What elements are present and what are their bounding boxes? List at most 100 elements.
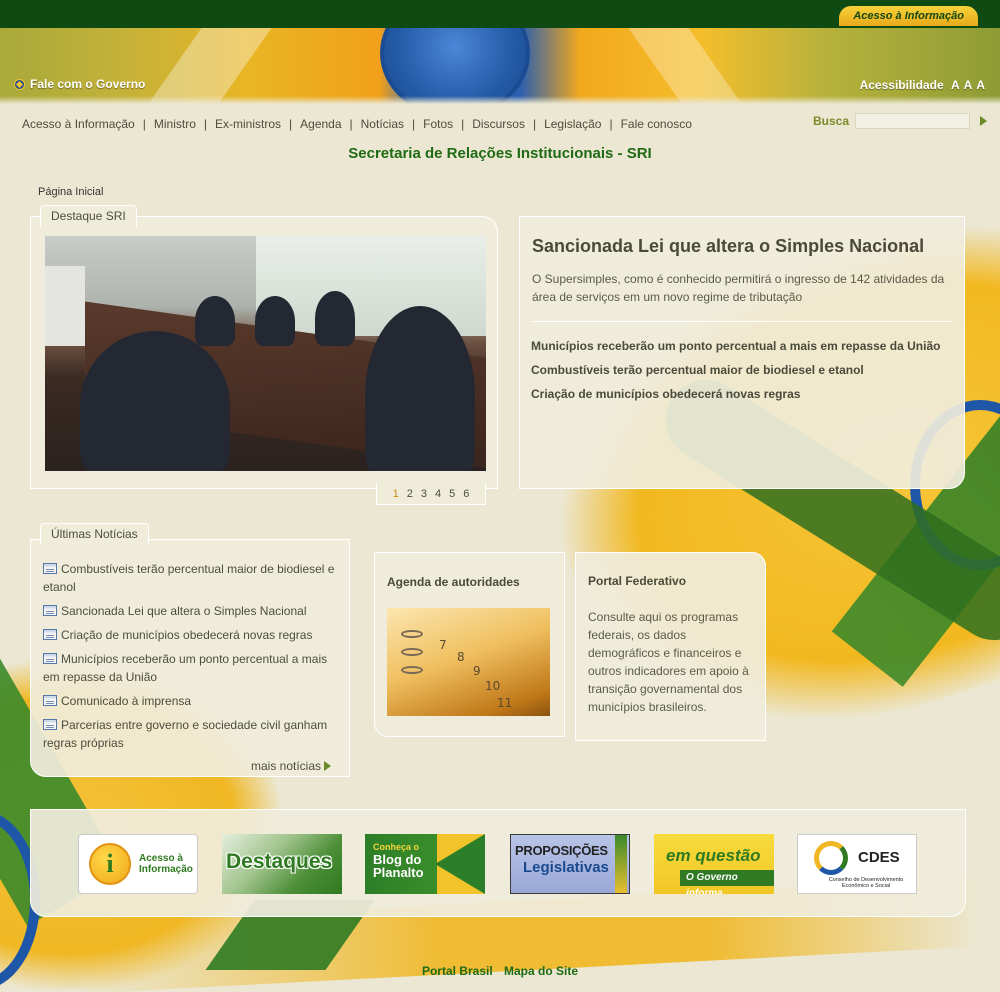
nav-item-fotos[interactable]: Fotos — [423, 117, 453, 131]
story-title[interactable]: Sancionada Lei que altera o Simples Naci… — [532, 236, 924, 257]
nav-item-discursos[interactable]: Discursos — [472, 117, 525, 131]
banner-text: O Governo informa — [680, 870, 774, 894]
banner-text: Destaques — [226, 850, 333, 873]
document-icon — [43, 653, 57, 664]
portal-description: Consulte aqui os programas federais, os … — [588, 610, 749, 714]
banner-blog-planalto[interactable]: Conheça o Blog do Planalto — [365, 834, 485, 894]
portal-title[interactable]: Portal Federativo — [588, 574, 686, 588]
pager-page-3[interactable]: 3 — [421, 488, 427, 500]
banner-text: PROPOSIÇÕES — [515, 843, 608, 858]
banner-flag-bar — [615, 835, 627, 893]
font-size-medium-button[interactable]: A — [964, 78, 973, 92]
fale-com-governo-link[interactable]: Fale com o Governo — [14, 77, 145, 91]
banner-globe-image — [380, 28, 530, 104]
calendar-number: 8 — [457, 650, 465, 664]
destaque-pager: 1 2 3 4 5 6 — [376, 483, 486, 505]
nav-separator: | — [142, 117, 146, 131]
banner-cdes[interactable]: CDES Conselho de Desenvolvimento Econômi… — [797, 834, 917, 894]
calendar-number: 10 — [485, 679, 501, 693]
header-banner: Fale com o Governo Acessibilidade AAA — [0, 28, 1000, 104]
banner-proposicoes-legislativas[interactable]: PROPOSIÇÕES Legislativas — [510, 834, 630, 894]
fale-com-governo-label: Fale com o Governo — [30, 77, 146, 91]
story-description: O Supersimples, como é conhecido permiti… — [532, 272, 945, 304]
news-item[interactable]: Combustíveis terão percentual maior de b… — [43, 560, 343, 596]
story-divider — [532, 321, 952, 322]
news-item[interactable]: Sancionada Lei que altera o Simples Naci… — [43, 602, 343, 620]
banner-text: Acesso à Informação — [139, 853, 193, 875]
story-links: Municípios receberão um ponto percentual… — [531, 338, 940, 410]
news-item-text: Sancionada Lei que altera o Simples Naci… — [61, 604, 307, 618]
photo-person — [365, 306, 475, 471]
banner-acesso-informacao[interactable]: i Acesso à Informação — [78, 834, 198, 894]
banner-text-line: Informação — [139, 864, 193, 875]
news-item[interactable]: Municípios receberão um ponto percentual… — [43, 650, 343, 686]
accessibility-label: Acessibilidade — [859, 78, 944, 92]
banner-text: CDES — [858, 849, 900, 866]
search-input[interactable] — [855, 113, 971, 129]
nav-separator: | — [412, 117, 416, 131]
top-bar: Acesso à Informação — [0, 0, 1000, 28]
document-icon — [43, 563, 57, 574]
news-item[interactable]: Parcerias entre governo e sociedade civi… — [43, 716, 343, 752]
font-size-large-button[interactable]: A — [976, 78, 985, 92]
calendar-number: 7 — [439, 638, 447, 652]
nav-item-noticias[interactable]: Notícias — [361, 117, 404, 131]
banner-text: Legislativas — [523, 859, 609, 876]
pager-page-2[interactable]: 2 — [407, 488, 413, 500]
nav-separator: | — [609, 117, 613, 131]
pager-page-6[interactable]: 6 — [463, 488, 469, 500]
footer-link-mapa-site[interactable]: Mapa do Site — [504, 964, 578, 978]
more-news-link[interactable]: mais notícias — [251, 759, 332, 773]
search-box: Busca — [813, 113, 988, 129]
banner-stripe — [131, 28, 279, 104]
pager-page-4[interactable]: 4 — [435, 488, 441, 500]
cdes-logo-icon — [814, 841, 848, 875]
banner-text-line: Acesso à — [139, 853, 183, 864]
calendar-ring — [401, 630, 423, 638]
news-item[interactable]: Comunicado à imprensa — [43, 692, 343, 710]
footer-link-portal-brasil[interactable]: Portal Brasil — [422, 964, 493, 978]
pager-page-5[interactable]: 5 — [449, 488, 455, 500]
news-item-text: Comunicado à imprensa — [61, 694, 192, 708]
nav-separator: | — [461, 117, 465, 131]
font-size-small-button[interactable]: A — [951, 78, 960, 92]
agenda-calendar-image[interactable]: 7 8 9 10 11 — [387, 608, 550, 716]
nav-item-ex-ministros[interactable]: Ex-ministros — [215, 117, 281, 131]
news-item-text: Municípios receberão um ponto percentual… — [43, 652, 328, 684]
banner-em-questao[interactable]: em questão O Governo informa — [654, 834, 774, 894]
banner-text: Conheça o — [373, 842, 420, 852]
breadcrumb[interactable]: Página Inicial — [38, 186, 103, 198]
story-link[interactable]: Combustíveis terão percentual maior de b… — [531, 362, 940, 386]
story-link[interactable]: Municípios receberão um ponto percentual… — [531, 338, 940, 362]
destaque-photo[interactable] — [45, 236, 486, 471]
story-link[interactable]: Criação de municípios obedecerá novas re… — [531, 386, 940, 410]
banner-destaques[interactable]: Destaques — [222, 834, 342, 894]
photo-screen — [45, 266, 85, 346]
nav-item-agenda[interactable]: Agenda — [300, 117, 341, 131]
brazil-flag-icon — [14, 78, 25, 90]
more-news-label: mais notícias — [251, 759, 322, 773]
nav-item-acesso-informacao[interactable]: Acesso à Informação — [22, 117, 135, 131]
footer: Portal Brasil Mapa do Site — [0, 964, 1000, 978]
news-tab: Últimas Notícias — [40, 523, 149, 545]
nav-item-ministro[interactable]: Ministro — [154, 117, 196, 131]
news-item[interactable]: Criação de municípios obedecerá novas re… — [43, 626, 343, 644]
banner-fade — [0, 96, 1000, 104]
chevron-left-icon — [435, 834, 485, 894]
pager-page-1[interactable]: 1 — [393, 488, 399, 500]
photo-person — [315, 291, 355, 346]
nav-item-legislacao[interactable]: Legislação — [544, 117, 601, 131]
acesso-informacao-tab[interactable]: Acesso à Informação — [839, 6, 978, 26]
document-icon — [43, 605, 57, 616]
nav-item-fale-conosco[interactable]: Fale conosco — [621, 117, 692, 131]
banner-subtext: Conselho de Desenvolvimento Econômico e … — [828, 877, 904, 889]
news-item-text: Parcerias entre governo e sociedade civi… — [43, 718, 328, 750]
page-title: Secretaria de Relações Institucionais - … — [348, 145, 652, 162]
photo-person — [80, 331, 230, 471]
document-icon — [43, 719, 57, 730]
search-submit-arrow-icon[interactable] — [980, 116, 988, 126]
calendar-number: 9 — [473, 664, 481, 678]
agenda-title[interactable]: Agenda de autoridades — [387, 575, 520, 589]
news-item-text: Criação de municípios obedecerá novas re… — [61, 628, 313, 642]
photo-person — [255, 296, 295, 346]
